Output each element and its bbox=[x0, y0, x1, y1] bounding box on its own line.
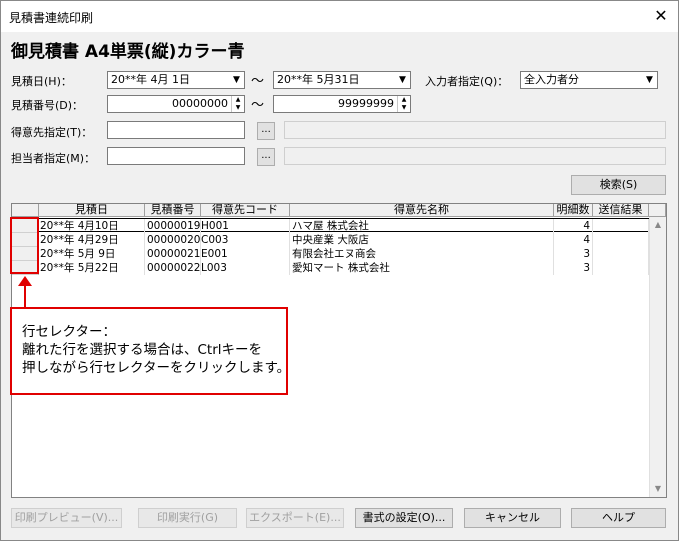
column-header-result[interactable]: 送信結果 bbox=[593, 204, 649, 217]
table-row[interactable]: 20**年 5月 9日 00000021 E001 有限会社エヌ商会 3 bbox=[12, 247, 650, 261]
print-execute-button[interactable]: 印刷実行(G) bbox=[138, 508, 237, 528]
cell-details: 3 bbox=[554, 247, 593, 261]
estimate-date-label: 見積日(H)： bbox=[11, 75, 72, 88]
row-selector-highlight bbox=[10, 217, 39, 274]
staff-code-input[interactable] bbox=[107, 147, 245, 165]
grid-header-filler bbox=[649, 204, 666, 217]
cell-number: 00000020 bbox=[147, 233, 201, 247]
customer-browse-button[interactable]: ... bbox=[257, 122, 275, 140]
range-tilde: ～ bbox=[251, 98, 265, 113]
date-to-picker[interactable]: 20**年 5月31日 ▼ bbox=[273, 71, 411, 89]
chevron-down-icon[interactable]: ▼ bbox=[229, 72, 244, 88]
scroll-down-icon[interactable]: ▼ bbox=[650, 481, 666, 497]
callout-line-3: 押しながら行セレクターをクリックします。 bbox=[22, 360, 291, 376]
spin-down-icon[interactable]: ▼ bbox=[232, 104, 244, 112]
estimate-no-label: 見積番号(D)： bbox=[11, 99, 84, 112]
cell-customer-code: H001 bbox=[201, 219, 290, 233]
cell-number: 00000022 bbox=[147, 261, 201, 275]
cell-result bbox=[593, 219, 649, 233]
format-settings-button[interactable]: 書式の設定(O)... bbox=[355, 508, 453, 528]
spin-up-icon[interactable]: ▲ bbox=[398, 96, 410, 104]
grid-corner bbox=[12, 204, 39, 217]
cell-customer-code: E001 bbox=[201, 247, 290, 261]
print-preview-button[interactable]: 印刷プレビュー(V)... bbox=[11, 508, 122, 528]
cell-date: 20**年 4月10日 bbox=[40, 219, 145, 233]
input-person-value: 全入力者分 bbox=[524, 73, 579, 86]
export-button[interactable]: エクスポート(E)... bbox=[246, 508, 344, 528]
title-bar: 見積書連続印刷 ✕ bbox=[1, 1, 678, 32]
cell-customer-name: 有限会社エヌ商会 bbox=[292, 247, 554, 261]
cell-date: 20**年 4月29日 bbox=[40, 233, 145, 247]
window-title: 見積書連続印刷 bbox=[9, 11, 94, 25]
spin-down-icon[interactable]: ▼ bbox=[398, 104, 410, 112]
no-to-stepper[interactable]: 99999999 ▲ ▼ bbox=[273, 95, 411, 113]
no-from-stepper[interactable]: 00000000 ▲ ▼ bbox=[107, 95, 245, 113]
date-to-value: 20**年 5月31日 bbox=[277, 73, 360, 86]
table-row[interactable]: 20**年 4月10日 00000019 H001 ハマ屋 株式会社 4 bbox=[12, 218, 650, 233]
cell-result bbox=[593, 233, 649, 247]
staff-browse-button[interactable]: ... bbox=[257, 148, 275, 166]
column-header-details[interactable]: 明細数 bbox=[554, 204, 593, 217]
page-title: 御見積書 A4単票(縦)カラー青 bbox=[11, 42, 245, 62]
vertical-scrollbar[interactable]: ▲ ▼ bbox=[649, 217, 666, 497]
column-header-customer-code[interactable]: 得意先コード bbox=[201, 204, 290, 217]
arrow-line bbox=[24, 285, 26, 307]
annotation-callout: 行セレクター： 離れた行を選択する場合は、Ctrlキーを 押しながら行セレクター… bbox=[10, 307, 291, 395]
dialog-window: 見積書連続印刷 ✕ 御見積書 A4単票(縦)カラー青 見積日(H)： 20**年… bbox=[0, 0, 679, 541]
chevron-down-icon[interactable]: ▼ bbox=[642, 72, 657, 88]
cancel-button[interactable]: キャンセル bbox=[464, 508, 561, 528]
chevron-down-icon[interactable]: ▼ bbox=[395, 72, 410, 88]
search-button[interactable]: 検索(S) bbox=[571, 175, 666, 195]
no-from-value: 00000000 bbox=[172, 97, 228, 110]
input-person-label: 入力者指定(Q)： bbox=[425, 75, 509, 88]
cell-details: 4 bbox=[554, 219, 593, 233]
column-header-date[interactable]: 見積日 bbox=[39, 204, 145, 217]
cell-customer-code: L003 bbox=[201, 261, 290, 275]
input-person-select[interactable]: 全入力者分 ▼ bbox=[520, 71, 658, 89]
cell-details: 4 bbox=[554, 233, 593, 247]
customer-code-input[interactable] bbox=[107, 121, 245, 139]
cell-date: 20**年 5月22日 bbox=[40, 261, 145, 275]
date-from-value: 20**年 4月 1日 bbox=[111, 73, 190, 86]
cell-number: 00000019 bbox=[147, 219, 201, 233]
cell-customer-code: C003 bbox=[201, 233, 290, 247]
spin-buttons[interactable]: ▲ ▼ bbox=[397, 96, 410, 112]
customer-name-display bbox=[284, 121, 666, 139]
staff-name-display bbox=[284, 147, 666, 165]
customer-label: 得意先指定(T)： bbox=[11, 126, 93, 139]
column-header-customer-name[interactable]: 得意先名称 bbox=[290, 204, 554, 217]
spin-buttons[interactable]: ▲ ▼ bbox=[231, 96, 244, 112]
range-tilde: ～ bbox=[251, 74, 265, 89]
spin-up-icon[interactable]: ▲ bbox=[232, 96, 244, 104]
cell-result bbox=[593, 261, 649, 275]
column-header-number[interactable]: 見積番号 bbox=[145, 204, 201, 217]
scroll-up-icon[interactable]: ▲ bbox=[650, 217, 666, 233]
cell-date: 20**年 5月 9日 bbox=[40, 247, 145, 261]
cell-customer-name: ハマ屋 株式会社 bbox=[292, 219, 554, 233]
close-icon[interactable]: ✕ bbox=[650, 5, 672, 27]
staff-label: 担当者指定(M)： bbox=[11, 152, 96, 165]
cell-customer-name: 中央産業 大阪店 bbox=[292, 233, 554, 247]
table-row[interactable]: 20**年 4月29日 00000020 C003 中央産業 大阪店 4 bbox=[12, 233, 650, 247]
callout-line-1: 行セレクター： bbox=[22, 324, 116, 340]
cell-result bbox=[593, 247, 649, 261]
table-row[interactable]: 20**年 5月22日 00000022 L003 愛知マート 株式会社 3 bbox=[12, 261, 650, 275]
help-button[interactable]: ヘルプ bbox=[571, 508, 666, 528]
no-to-value: 99999999 bbox=[338, 97, 394, 110]
cell-details: 3 bbox=[554, 261, 593, 275]
cell-number: 00000021 bbox=[147, 247, 201, 261]
cell-customer-name: 愛知マート 株式会社 bbox=[292, 261, 554, 275]
date-from-picker[interactable]: 20**年 4月 1日 ▼ bbox=[107, 71, 245, 89]
callout-line-2: 離れた行を選択する場合は、Ctrlキーを bbox=[22, 342, 263, 358]
